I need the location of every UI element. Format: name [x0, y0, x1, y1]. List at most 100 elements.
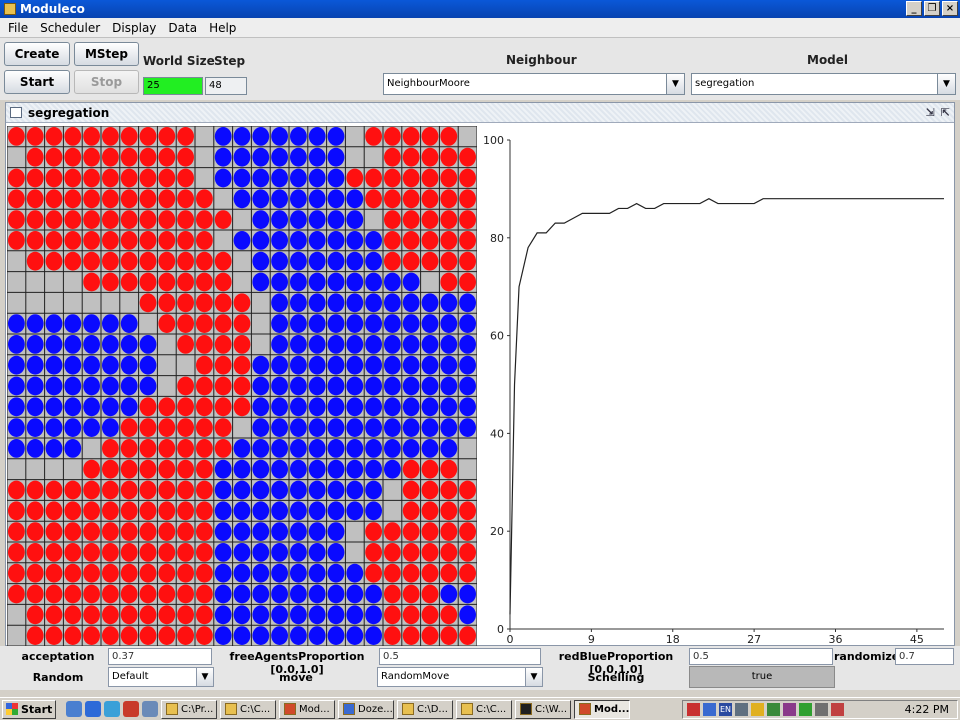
language-icon[interactable]: EN — [719, 703, 732, 716]
red-agent — [402, 168, 420, 188]
menu-data[interactable]: Data — [162, 21, 203, 35]
iconify-icon[interactable]: ⇲ — [926, 106, 935, 119]
red-agent — [45, 147, 63, 167]
keyboard-icon[interactable] — [735, 703, 748, 716]
move-select[interactable]: RandomMove ▼ — [377, 667, 543, 687]
start-button[interactable]: Start — [4, 70, 70, 94]
neighbour-label: Neighbour — [506, 53, 577, 67]
red-agent — [177, 459, 195, 479]
red-agent — [45, 231, 63, 250]
volume-icon[interactable] — [815, 703, 828, 716]
schelling-toggle[interactable]: true — [689, 666, 835, 688]
random-value: Default — [112, 671, 149, 682]
blue-agent — [252, 418, 270, 437]
task-button[interactable]: C:\C... — [220, 699, 276, 719]
menu-file[interactable]: File — [2, 21, 34, 35]
acceptation-field[interactable]: 0.37 — [108, 648, 212, 665]
red-agent — [177, 272, 195, 292]
agent-grid[interactable] — [7, 126, 477, 646]
red-agent — [196, 251, 213, 271]
blue-agent — [102, 355, 119, 375]
outlook-icon[interactable] — [104, 701, 120, 717]
task-button[interactable]: Doze... — [338, 699, 394, 719]
red-agent — [139, 210, 157, 229]
antivirus-icon[interactable] — [687, 703, 700, 716]
mstep-button[interactable]: MStep — [74, 42, 139, 66]
browser-icon[interactable] — [85, 701, 101, 717]
task-button-active[interactable]: Mod... — [574, 699, 630, 719]
chevron-down-icon[interactable]: ▼ — [937, 74, 955, 94]
red-agent — [177, 210, 195, 229]
task-button[interactable]: C:\W... — [515, 699, 571, 719]
task-button[interactable]: Mod... — [279, 699, 335, 719]
blue-agent — [8, 335, 25, 354]
blue-agent — [384, 314, 401, 333]
blue-agent — [440, 355, 458, 375]
red-agent — [459, 626, 476, 645]
desktop-icon[interactable] — [66, 701, 82, 717]
red-agent — [158, 563, 176, 583]
menu-display[interactable]: Display — [106, 21, 162, 35]
update-icon[interactable] — [799, 703, 812, 716]
blue-agent — [271, 543, 288, 562]
restore-button[interactable]: ❐ — [924, 1, 940, 16]
random-select[interactable]: Default ▼ — [108, 667, 214, 687]
model-label: Model — [807, 53, 849, 67]
red-agent — [421, 251, 439, 271]
blue-agent — [327, 210, 345, 229]
red-agent — [158, 501, 176, 521]
segregation-chart: 0 20 40 60 80 100 0 9 18 27 36 45 — [478, 124, 952, 644]
red-agent — [139, 189, 157, 209]
task-button[interactable]: C:\C... — [456, 699, 512, 719]
blue-agent — [26, 335, 44, 354]
blue-agent — [365, 439, 382, 458]
stop-button[interactable]: Stop — [74, 70, 139, 94]
model-select[interactable]: segregation ▼ — [691, 73, 956, 95]
tray-app-icon[interactable] — [831, 703, 844, 716]
blue-agent — [440, 397, 458, 417]
warning-icon[interactable] — [751, 703, 764, 716]
red-agent — [139, 397, 157, 417]
media-icon[interactable] — [123, 701, 139, 717]
maximize-icon[interactable]: ⇱ — [941, 106, 950, 119]
start-menu-button[interactable]: Start — [2, 699, 56, 719]
chevron-down-icon[interactable]: ▼ — [666, 74, 684, 94]
blue-agent — [346, 605, 364, 625]
red-agent — [102, 626, 119, 645]
x-tick-label: 0 — [507, 633, 514, 644]
close-button[interactable]: × — [942, 1, 958, 16]
red-blue-field[interactable]: 0.5 — [689, 648, 833, 665]
y-tick-label: 100 — [483, 134, 504, 147]
menu-help[interactable]: Help — [203, 21, 242, 35]
free-agents-field[interactable]: 0.5 — [379, 648, 541, 665]
blue-agent — [271, 480, 288, 500]
av-icon[interactable] — [783, 703, 796, 716]
red-agent — [177, 522, 195, 541]
create-button[interactable]: Create — [4, 42, 70, 66]
minimize-button[interactable]: _ — [906, 1, 922, 16]
network-icon[interactable] — [703, 703, 716, 716]
chevron-down-icon[interactable]: ▼ — [196, 668, 213, 686]
red-agent — [384, 189, 401, 209]
chevron-down-icon[interactable]: ▼ — [525, 668, 542, 686]
red-agent — [421, 626, 439, 645]
blue-agent — [233, 168, 251, 188]
neighbour-select[interactable]: NeighbourMoore ▼ — [383, 73, 685, 95]
randomize-field[interactable]: 0.7 — [895, 648, 954, 665]
step-label: Step — [214, 54, 246, 68]
menu-scheduler[interactable]: Scheduler — [34, 21, 106, 35]
red-agent — [214, 293, 232, 313]
blue-agent — [139, 376, 157, 396]
task-button[interactable]: C:\D... — [397, 699, 453, 719]
red-agent — [120, 480, 138, 500]
blue-agent — [365, 314, 382, 333]
explorer-icon[interactable] — [142, 701, 158, 717]
task-button[interactable]: C:\Pr... — [161, 699, 217, 719]
red-agent — [26, 563, 44, 583]
start-label: Start — [21, 702, 53, 716]
blue-agent — [346, 293, 364, 313]
shield-icon[interactable] — [767, 703, 780, 716]
blue-agent — [346, 480, 364, 500]
blue-agent — [421, 293, 439, 313]
world-size-field[interactable]: 25 — [143, 77, 203, 95]
